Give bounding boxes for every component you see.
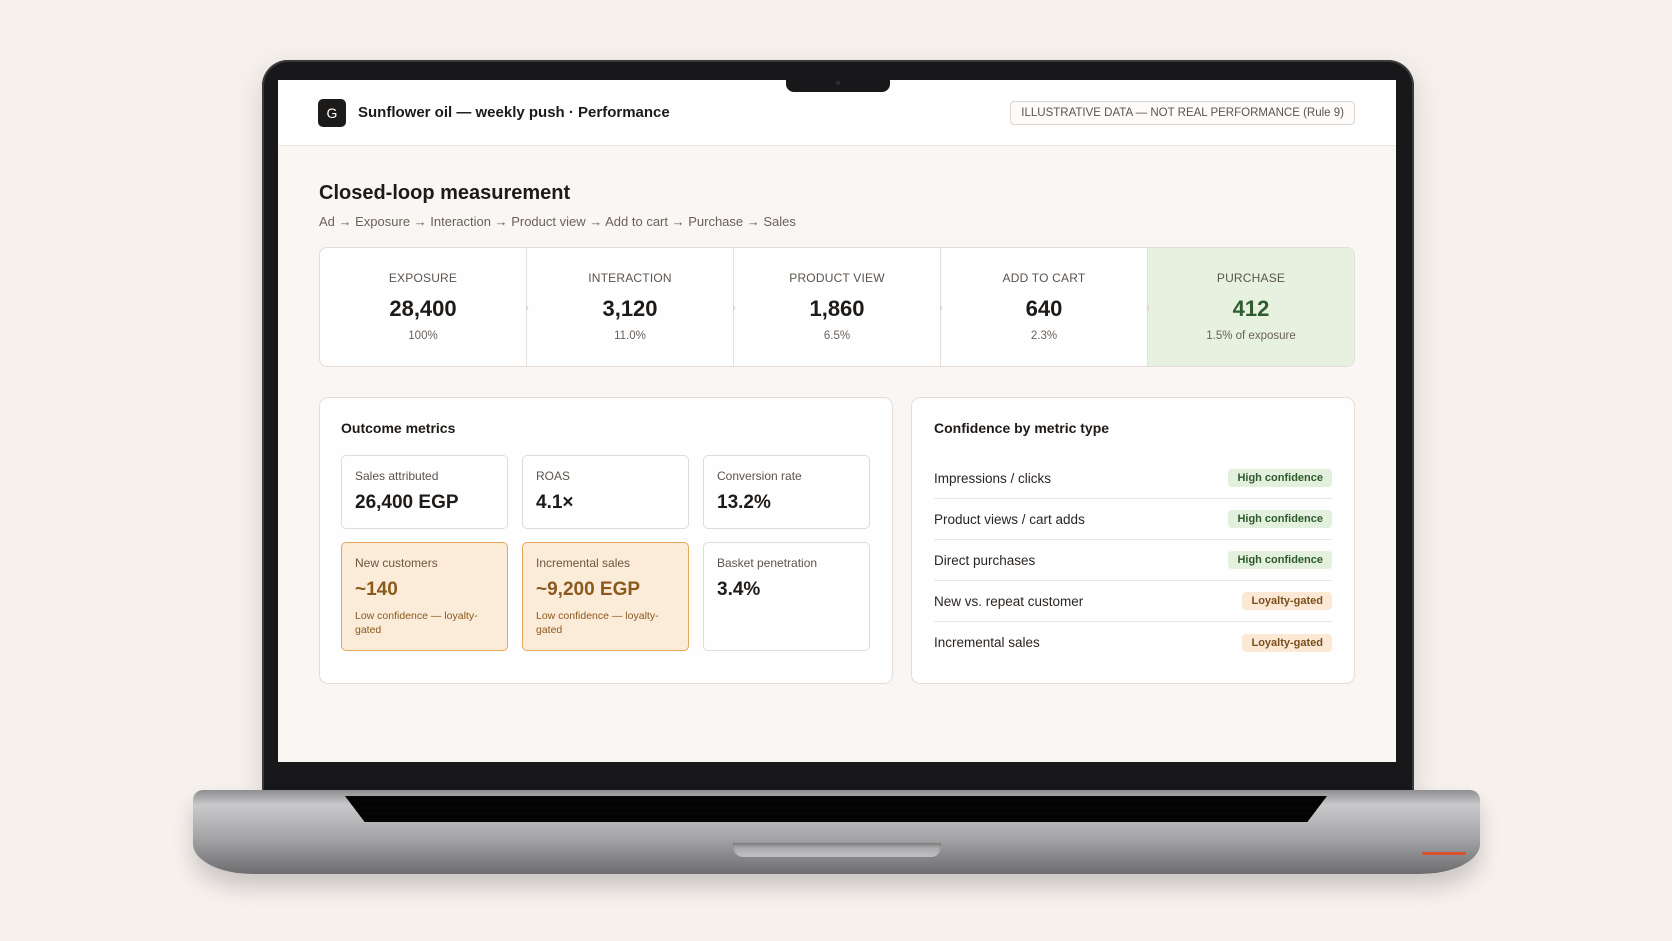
confidence-row-label: New vs. repeat customer — [934, 593, 1084, 609]
funnel-stage-rate: 6.5% — [823, 330, 851, 342]
funnel-stage-value: 3,120 — [602, 296, 658, 321]
funnel-stage-value: 1,860 — [809, 296, 865, 321]
keyboard — [345, 796, 1327, 822]
confidence-row-label: Product views / cart adds — [934, 511, 1085, 527]
metric-grid: Sales attributed 26,400 EGP ROAS 4.1× Co… — [341, 455, 871, 651]
outcome-metrics-panel: Outcome metrics Sales attributed 26,400 … — [319, 397, 893, 684]
metric-label: Basket penetration — [717, 556, 818, 570]
status-led — [1422, 852, 1466, 855]
low-confidence-note: Low confidence — loyalty-gated — [355, 610, 478, 636]
confidence-list: Impressions / clicks High confidence Pro… — [934, 458, 1332, 663]
confidence-row[interactable]: Impressions / clicks High confidence — [934, 458, 1332, 499]
metric-label: Incremental sales — [536, 556, 631, 570]
chevron-right-icon: › — [732, 302, 736, 314]
panels-row: Outcome metrics Sales attributed 26,400 … — [319, 397, 1355, 684]
metric-value: 4.1× — [536, 492, 574, 513]
metric-value: ~9,200 EGP — [536, 579, 641, 600]
page-title: Closed-loop measurement — [319, 182, 571, 204]
confidence-row-label: Direct purchases — [934, 552, 1036, 568]
measurement-flow: Ad → Exposure → Interaction → Product vi… — [319, 214, 796, 229]
confidence-panel: Confidence by metric type Impressions / … — [911, 397, 1355, 684]
funnel-stage-rate: 100% — [408, 330, 438, 342]
conversion-funnel: EXPOSURE 28,400 100% › INTERACTION 3,120… — [319, 247, 1355, 367]
funnel-stage-product-view[interactable]: › PRODUCT VIEW 1,860 6.5% — [732, 248, 940, 366]
panel-title: Confidence by metric type — [934, 420, 1110, 436]
funnel-stage-label: PURCHASE — [1216, 271, 1286, 285]
funnel-stage-value: 28,400 — [389, 296, 457, 321]
metric-label: Sales attributed — [355, 469, 439, 483]
confidence-badge: Loyalty-gated — [1242, 592, 1332, 610]
metric-label: Conversion rate — [717, 469, 802, 483]
confidence-row[interactable]: Direct purchases High confidence — [934, 540, 1332, 581]
confidence-badge: High confidence — [1228, 469, 1332, 487]
funnel-stage-label: PRODUCT VIEW — [789, 271, 885, 285]
metric-value: 13.2% — [717, 492, 771, 513]
app-logo[interactable]: G — [318, 98, 346, 127]
funnel-stage-value: 412 — [1232, 296, 1270, 321]
low-confidence-note: Low confidence — loyalty-gated — [536, 610, 659, 636]
funnel-stage-value: 640 — [1025, 296, 1063, 321]
funnel-stage-label: EXPOSURE — [388, 271, 458, 285]
main-content: Closed-loop measurement Ad → Exposure → … — [278, 146, 1396, 684]
confidence-row[interactable]: Incremental sales Loyalty-gated — [934, 622, 1332, 663]
illustrative-data-badge: ILLUSTRATIVE DATA — NOT REAL PERFORMANCE… — [1010, 101, 1355, 125]
confidence-badge: High confidence — [1228, 551, 1332, 569]
metric-card-new-customers[interactable]: New customers ~140 Low confidence — loya… — [341, 542, 508, 651]
metric-card-basket-penetration[interactable]: Basket penetration 3.4% — [703, 542, 870, 651]
metric-label: ROAS — [536, 469, 571, 483]
chevron-right-icon: › — [525, 302, 529, 314]
funnel-stage-add-to-cart[interactable]: › ADD TO CART 640 2.3% — [939, 248, 1147, 366]
funnel-stage-interaction[interactable]: › INTERACTION 3,120 11.0% — [525, 248, 733, 366]
metric-value: 3.4% — [717, 579, 761, 600]
camera-notch — [786, 78, 890, 92]
panel-title: Outcome metrics — [341, 420, 456, 436]
camera-icon — [836, 81, 840, 85]
confidence-row-label: Impressions / clicks — [934, 470, 1052, 486]
funnel-stage-rate: 11.0% — [614, 330, 646, 342]
chevron-right-icon: › — [939, 302, 943, 314]
confidence-row[interactable]: Product views / cart adds High confidenc… — [934, 499, 1332, 540]
metric-card-roas[interactable]: ROAS 4.1× — [522, 455, 689, 529]
metric-label: New customers — [355, 556, 438, 570]
funnel-stage-exposure[interactable]: EXPOSURE 28,400 100% — [320, 248, 526, 366]
metric-card-incremental-sales[interactable]: Incremental sales ~9,200 EGP Low confide… — [522, 542, 689, 651]
lid-opening-notch — [733, 843, 941, 857]
funnel-stage-label: INTERACTION — [588, 271, 672, 285]
funnel-stage-rate: 1.5% of exposure — [1206, 330, 1296, 342]
campaign-title: Sunflower oil — weekly push · Performanc… — [358, 104, 670, 121]
metric-card-conversion-rate[interactable]: Conversion rate 13.2% — [703, 455, 870, 529]
confidence-badge: High confidence — [1228, 510, 1332, 528]
confidence-row[interactable]: New vs. repeat customer Loyalty-gated — [934, 581, 1332, 622]
metric-value: 26,400 EGP — [355, 492, 459, 513]
metric-value: ~140 — [355, 579, 398, 600]
screen: G Sunflower oil — weekly push · Performa… — [278, 80, 1396, 762]
funnel-stage-label: ADD TO CART — [1002, 271, 1086, 285]
confidence-badge: Loyalty-gated — [1242, 633, 1332, 652]
confidence-row-label: Incremental sales — [934, 635, 1040, 650]
metric-card-sales-attributed[interactable]: Sales attributed 26,400 EGP — [341, 455, 508, 529]
chevron-right-icon: › — [1146, 302, 1150, 314]
funnel-stage-purchase[interactable]: › PURCHASE 412 1.5% of exposure — [1146, 248, 1354, 366]
funnel-stage-rate: 2.3% — [1030, 330, 1058, 342]
